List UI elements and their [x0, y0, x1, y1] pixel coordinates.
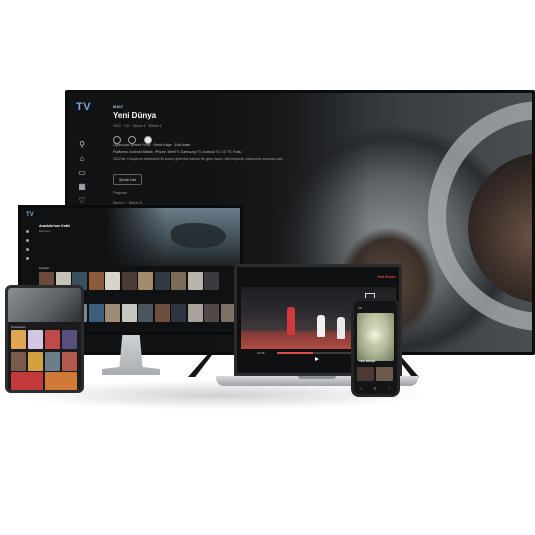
- tv-cast-line: Oyuncular: Ahmet Yıldız · Deniz Kaya · E…: [113, 143, 191, 147]
- poster-thumb[interactable]: [45, 352, 60, 371]
- poster-thumb[interactable]: [105, 304, 120, 322]
- poster-thumb[interactable]: [11, 352, 26, 371]
- tv-show-meta: 2022 · 13+ · Sezon 1 · Bölüm 1: [113, 124, 162, 128]
- tv-genre-label: MAVİ: [113, 104, 123, 109]
- tv-icon[interactable]: [26, 248, 29, 251]
- poster-thumb[interactable]: [62, 352, 77, 371]
- poster-thumb[interactable]: [45, 372, 77, 390]
- poster-thumb[interactable]: [88, 272, 104, 290]
- monitor-row-label: Popüler: [39, 266, 50, 270]
- watch-button[interactable]: Şimdi İzle: [113, 174, 143, 185]
- tablet-screen: Önerilenler: [5, 285, 84, 393]
- poster-thumb[interactable]: [88, 304, 104, 322]
- player-figure: [337, 317, 345, 339]
- phone-screen: TV Yeni Dünya ⌂ ⚲ ♡: [351, 298, 400, 397]
- trailer-link[interactable]: Fragman: [113, 191, 127, 195]
- poster-thumb[interactable]: [138, 272, 153, 290]
- phone-nav: ⌂ ⚲ ♡: [354, 386, 397, 391]
- poster-thumb[interactable]: [11, 330, 26, 349]
- poster-thumb[interactable]: [204, 304, 219, 322]
- poster-thumb[interactable]: [28, 352, 43, 371]
- home-icon[interactable]: [26, 239, 29, 242]
- poster-thumb[interactable]: [154, 304, 170, 322]
- poster-thumb[interactable]: [376, 367, 393, 381]
- home-icon[interactable]: ⌂: [76, 152, 88, 166]
- poster-thumb[interactable]: [28, 330, 43, 349]
- monitor-sidebar: [26, 230, 30, 260]
- phone-hero-badge: [366, 326, 384, 344]
- monitor-show-title: Anadolu'nun Kalbi: [39, 224, 70, 228]
- play-icon[interactable]: [315, 357, 319, 361]
- poster-thumb[interactable]: [105, 272, 120, 290]
- poster-thumb[interactable]: [204, 272, 219, 290]
- poster-thumb[interactable]: [45, 330, 60, 349]
- player-figure: [317, 315, 325, 337]
- tablet-row-label: Önerilenler: [11, 325, 26, 329]
- home-icon[interactable]: ⌂: [360, 386, 362, 391]
- poster-thumb[interactable]: [11, 372, 43, 390]
- tv-icon[interactable]: ▭: [76, 166, 88, 180]
- tv-foot-left: [188, 355, 212, 377]
- tablet-row-3: [11, 372, 79, 390]
- laptop-notch: [298, 376, 336, 379]
- poster-thumb[interactable]: [121, 272, 137, 290]
- poster-thumb[interactable]: [171, 304, 186, 322]
- laptop-brand-label: Yeni Sezon: [377, 275, 396, 279]
- grid-icon[interactable]: [26, 257, 29, 260]
- poster-thumb[interactable]: [187, 304, 203, 322]
- search-icon[interactable]: [26, 230, 29, 233]
- laptop-time-label: 12:45: [257, 351, 265, 355]
- poster-thumb[interactable]: [138, 304, 153, 322]
- phone-show-title: Yeni Dünya: [359, 359, 376, 363]
- tablet-row-1: [11, 330, 79, 349]
- search-icon[interactable]: ⚲: [373, 386, 376, 391]
- tablet-hero-image: [8, 288, 81, 322]
- tv-logo: TV: [76, 101, 92, 113]
- tv-description: 2022'de, Dünya'nın ötesindeki ilk koloni…: [113, 157, 284, 161]
- monitor-diver-image: [171, 223, 226, 248]
- poster-thumb[interactable]: [187, 272, 203, 290]
- tablet-row-2: [11, 352, 79, 371]
- poster-thumb[interactable]: [357, 367, 374, 381]
- poster-thumb[interactable]: [62, 330, 77, 349]
- player-figure: [287, 307, 295, 335]
- poster-thumb[interactable]: [121, 304, 137, 322]
- heart-icon[interactable]: ♡: [388, 386, 392, 391]
- search-icon[interactable]: ⚲: [76, 138, 88, 152]
- monitor-gradient: [106, 208, 166, 266]
- monitor-logo: TV: [26, 212, 34, 218]
- monitor-show-subtitle: Belgesel: [39, 229, 51, 233]
- laptop-progress-bar[interactable]: [277, 352, 357, 354]
- phone-logo: TV: [358, 306, 362, 310]
- tv-platforms-line: Platforms: Android Mobile, iPhone, WebTV…: [113, 150, 242, 154]
- poster-thumb[interactable]: [154, 272, 170, 290]
- poster-thumb[interactable]: [171, 272, 186, 290]
- tv-show-title: Yeni Dünya: [113, 111, 157, 120]
- grid-icon[interactable]: ▦: [76, 180, 88, 194]
